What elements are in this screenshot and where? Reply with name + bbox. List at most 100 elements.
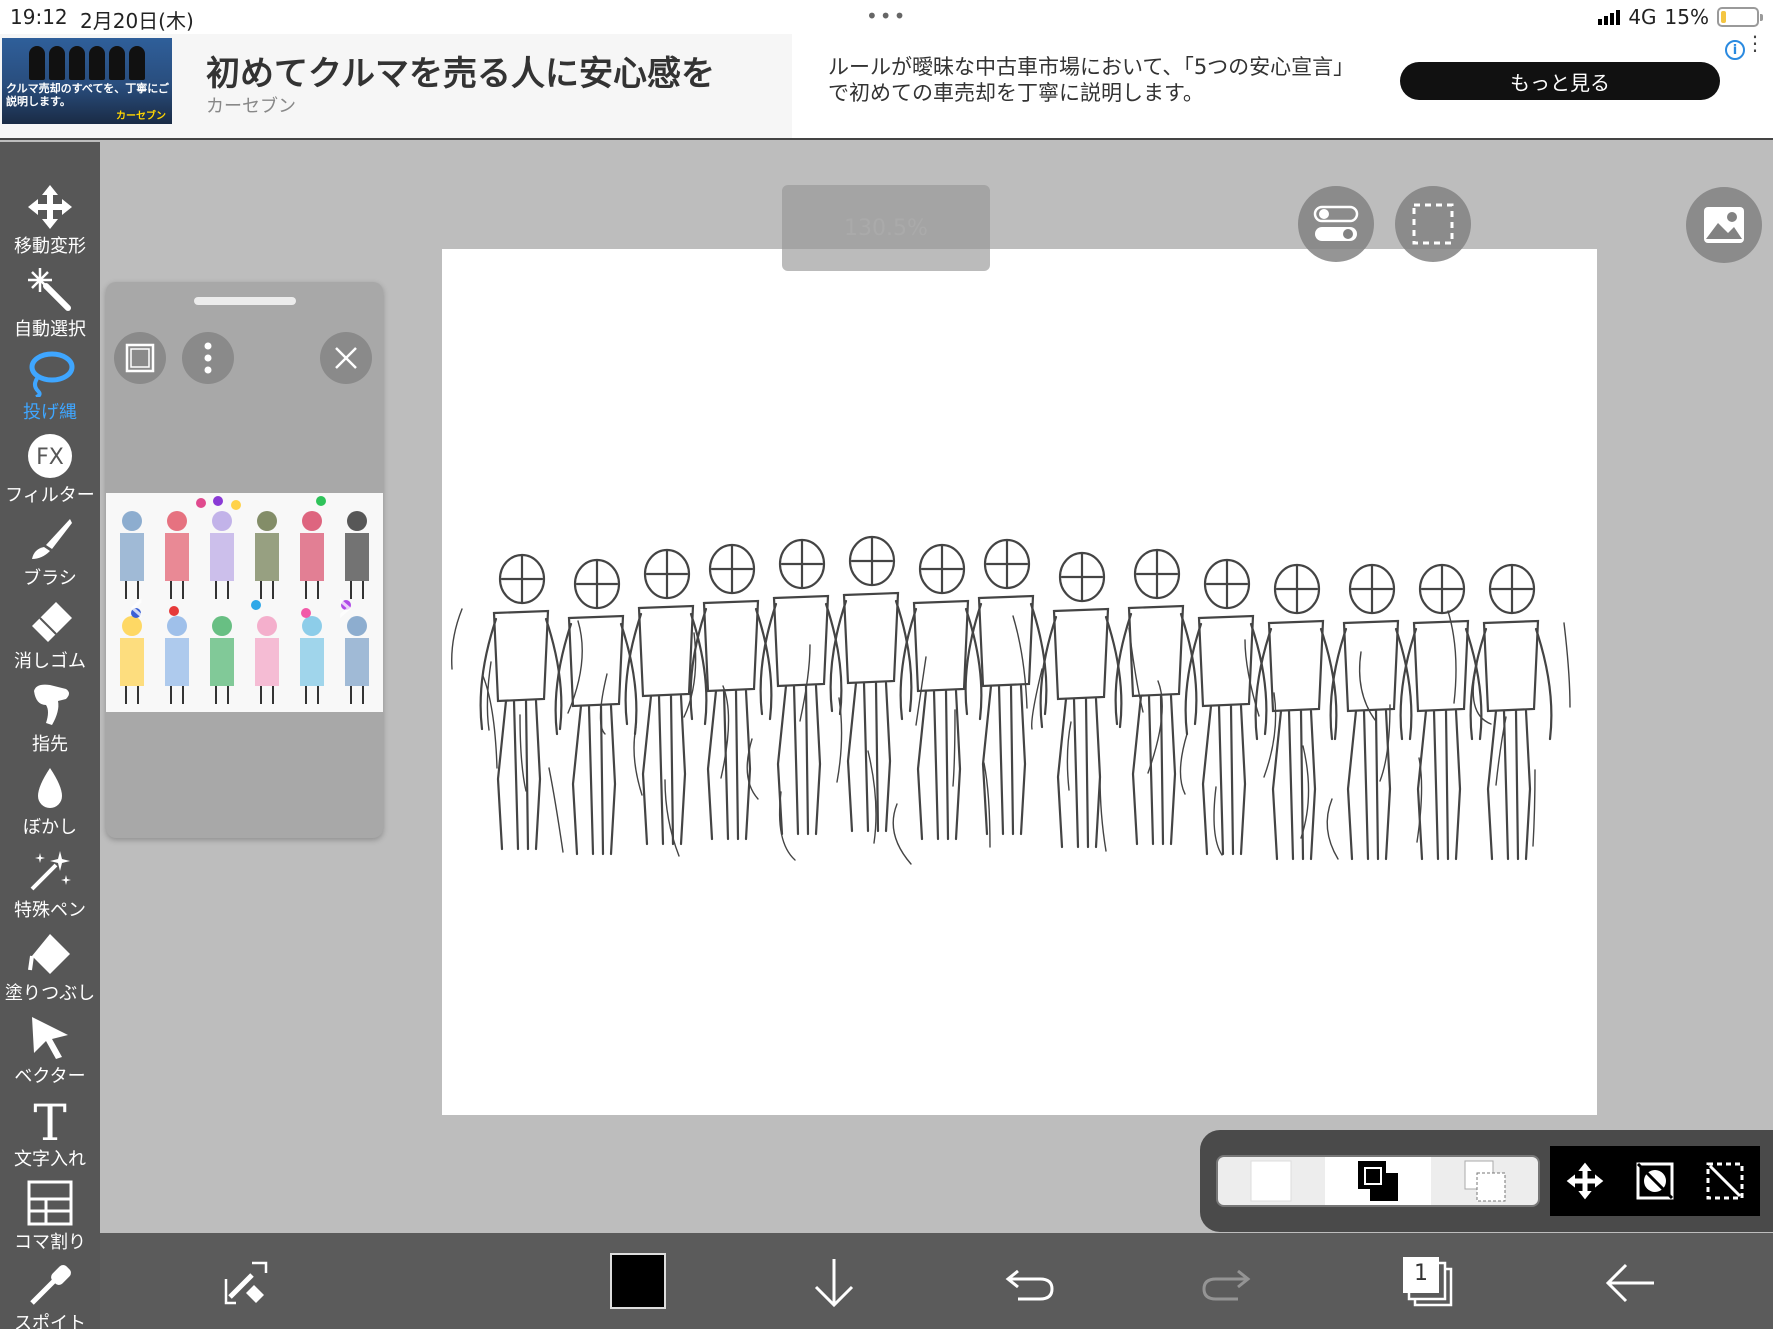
tool-label: 特殊ペン [14, 900, 86, 921]
thumbnail-head [212, 511, 232, 531]
redo-button[interactable] [1194, 1251, 1258, 1315]
tool-label: 塗りつぶし [4, 983, 96, 1004]
sketch-stroke [792, 684, 800, 836]
thumbnail-legs [305, 686, 319, 704]
tool-eraser[interactable]: 消しゴム [0, 597, 100, 679]
tool-finger[interactable]: 指先 [0, 680, 100, 762]
tool-fill[interactable]: 塗りつぶし [0, 929, 100, 1011]
back-button[interactable] [1598, 1251, 1662, 1315]
sketch-stroke [842, 591, 900, 685]
next-arrow-icon[interactable]: › [336, 581, 354, 632]
thumbnail-legs [170, 581, 184, 599]
tool-special-pen[interactable]: 特殊ペン [0, 846, 100, 928]
thumbnail-color-dot [213, 496, 223, 506]
prev-arrow-icon[interactable]: ‹ [128, 581, 146, 632]
move-icon [24, 182, 76, 232]
drop-icon [24, 763, 76, 813]
panel-close-button[interactable] [320, 332, 372, 384]
sketch-stroke [867, 750, 877, 844]
thumbnail-legs [260, 686, 274, 704]
invert-selection-button[interactable] [1620, 1146, 1690, 1216]
tool-eyedropper[interactable]: スポイト [0, 1261, 100, 1329]
tool-filter[interactable]: FX フィルター [0, 431, 100, 513]
image-material-button[interactable] [1686, 187, 1762, 263]
ad-cta-button[interactable]: もっと見る [1400, 62, 1720, 100]
tool-label: 指先 [32, 734, 68, 755]
ad-menu-icon[interactable]: ⋮ [1745, 33, 1765, 53]
current-color-swatch[interactable] [610, 1253, 666, 1309]
sketch-stroke [548, 767, 564, 853]
sketch-stroke [1179, 733, 1188, 795]
new-selection-button[interactable] [1218, 1157, 1325, 1205]
add-selection-button[interactable] [1324, 1157, 1432, 1205]
battery-icon [1717, 7, 1763, 27]
tool-blur[interactable]: ぼかし [0, 763, 100, 845]
sketch-stroke [954, 689, 962, 841]
tool-label: 投げ縄 [23, 402, 77, 423]
panel-drag-handle[interactable] [194, 297, 296, 305]
tool-frame-divide[interactable]: コマ割り [0, 1178, 100, 1260]
tool-brush[interactable]: ブラシ [0, 514, 100, 596]
toggle-icon [1313, 205, 1359, 241]
layers-button[interactable]: 1 [1403, 1257, 1455, 1309]
sketch-stroke [1563, 622, 1571, 708]
eyedropper-icon [24, 1261, 76, 1309]
signal-icon [1598, 9, 1621, 25]
material-preview-image[interactable]: ‹ › [106, 493, 383, 712]
move-selection-button[interactable] [1550, 1146, 1620, 1216]
sketch-stroke [669, 694, 675, 846]
tool-vector[interactable]: ベクター [0, 1012, 100, 1094]
tool-text[interactable]: T 文字入れ [0, 1095, 100, 1177]
ad-info-icon[interactable]: i [1725, 40, 1745, 60]
sketch-stroke [1362, 709, 1370, 861]
subtract-selection-button[interactable] [1431, 1157, 1538, 1205]
panel-more-button[interactable] [182, 332, 234, 384]
sketch-stroke [997, 684, 1005, 836]
image-icon [1704, 207, 1744, 243]
thumbnail-legs [350, 686, 364, 704]
thumbnail-head [302, 616, 322, 636]
status-bar: 19:12 2月20日(木) ••• 4G 15% [0, 0, 1773, 34]
thumbnail-body [165, 638, 189, 686]
thumbnail-body [345, 638, 369, 686]
swap-tool-button[interactable] [216, 1251, 280, 1315]
selection-mode-bar [1200, 1130, 1773, 1232]
tool-move-transform[interactable]: 移動変形 [0, 182, 100, 264]
selection-actions [1550, 1146, 1760, 1216]
sketch-stroke [534, 699, 542, 851]
thumbnail-color-dot [316, 496, 326, 506]
ad-headline[interactable]: 初めてクルマを売る人に安心感を [206, 46, 715, 95]
toggle-settings-button[interactable] [1298, 186, 1374, 262]
sketch-stroke [892, 803, 912, 865]
multitask-dots[interactable]: ••• [866, 4, 907, 28]
download-button[interactable] [802, 1251, 866, 1315]
drawing-canvas[interactable] [442, 249, 1597, 1115]
sketch-stroke [1099, 774, 1107, 852]
selection-button[interactable] [1395, 186, 1471, 262]
material-panel[interactable]: ‹ › [106, 282, 383, 838]
sketch-stroke [479, 617, 498, 731]
sketch-stroke [722, 689, 730, 841]
clear-selection-button[interactable] [1690, 1146, 1760, 1216]
dashed-selection-icon [1412, 203, 1454, 245]
thumbnail-legs [215, 581, 229, 599]
thumbnail-head [167, 616, 187, 636]
layer-count: 1 [1414, 1261, 1428, 1286]
ad-banner[interactable]: クルマ売却のすべてを、丁寧にご説明します。 カーセブン 初めてクルマを売る人に安… [0, 33, 1773, 140]
ad-thumbnail[interactable]: クルマ売却のすべてを、丁寧にご説明します。 カーセブン [2, 38, 172, 124]
thumbnail-legs [260, 581, 274, 599]
tool-auto-select[interactable]: 自動選択 [0, 265, 100, 347]
move-icon [1566, 1162, 1604, 1200]
sketch-stroke [1131, 694, 1143, 846]
panel-frame-button[interactable] [114, 332, 166, 384]
close-icon [335, 347, 357, 369]
thumbnail-color-dot [196, 498, 206, 508]
undo-button[interactable] [998, 1251, 1062, 1315]
sketch-stroke [587, 704, 595, 856]
sketch-stroke [702, 599, 760, 693]
tool-lasso[interactable]: 投げ縄 [0, 348, 100, 430]
sketch-stroke [1454, 709, 1462, 861]
sketch-stroke [1009, 684, 1015, 836]
sketch-stroke [814, 684, 822, 836]
thumbnail-body [345, 533, 369, 581]
